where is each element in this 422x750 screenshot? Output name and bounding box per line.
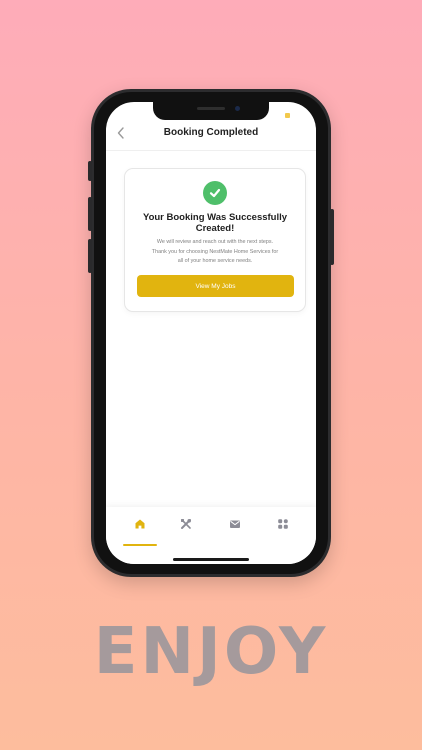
speaker-grille bbox=[197, 107, 225, 110]
nav-item-home[interactable] bbox=[122, 513, 158, 539]
mail-icon bbox=[229, 517, 241, 535]
silent-switch bbox=[88, 161, 92, 181]
tools-icon bbox=[180, 517, 192, 535]
nav-item-tools[interactable] bbox=[168, 513, 204, 539]
power-button bbox=[330, 209, 334, 265]
home-icon bbox=[134, 517, 146, 535]
apps-icon bbox=[277, 517, 289, 535]
volume-up-button bbox=[88, 197, 92, 231]
success-message: We will review and reach out with the ne… bbox=[133, 238, 297, 267]
active-tab-indicator bbox=[123, 544, 157, 546]
promo-text: ENJOY bbox=[93, 615, 329, 689]
front-camera bbox=[235, 106, 240, 111]
success-message-line: all of your home service needs. bbox=[177, 258, 253, 264]
nav-item-mail[interactable] bbox=[217, 513, 253, 539]
notch bbox=[153, 102, 269, 120]
success-title: Your Booking Was Successfully Created! bbox=[142, 212, 288, 234]
success-message-line: We will review and reach out with the ne… bbox=[156, 239, 274, 245]
page-title: Booking Completed bbox=[163, 127, 259, 138]
bottom-nav bbox=[106, 507, 316, 564]
check-circle-icon bbox=[203, 181, 227, 205]
home-indicator-bar bbox=[173, 558, 249, 561]
volume-down-button bbox=[88, 239, 92, 273]
phone-frame: Booking Completed Your Booking Was Succe… bbox=[88, 89, 334, 577]
view-my-jobs-button[interactable]: View My Jobs bbox=[137, 275, 294, 297]
nav-item-apps[interactable] bbox=[265, 513, 301, 539]
success-message-line: Thank you for choosing NestMate Home Ser… bbox=[151, 248, 279, 255]
status-indicator bbox=[285, 113, 290, 118]
success-card: Your Booking Was Successfully Created! W… bbox=[124, 168, 306, 312]
app-header: Booking Completed bbox=[106, 120, 316, 151]
phone-screen: Booking Completed Your Booking Was Succe… bbox=[106, 102, 316, 564]
